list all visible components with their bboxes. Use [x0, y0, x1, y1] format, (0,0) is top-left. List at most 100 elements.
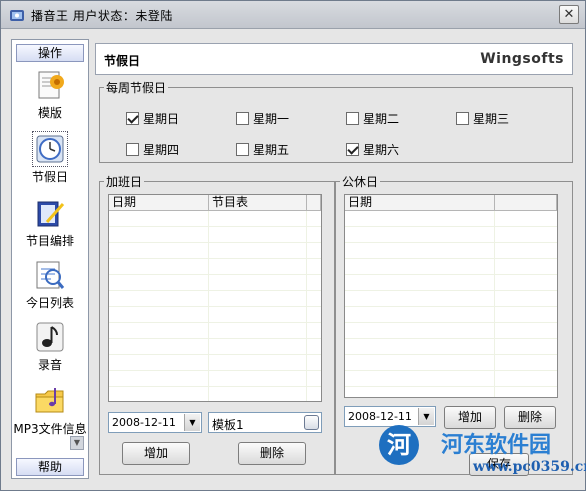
table-row[interactable]: [345, 211, 557, 227]
table-row[interactable]: [109, 275, 321, 291]
page-header: 节假日 Wingsofts: [95, 43, 573, 75]
sidebar-item-label: 模版: [37, 106, 62, 120]
table-header: 日期: [345, 195, 557, 211]
table-row[interactable]: [109, 387, 321, 401]
checkbox-friday[interactable]: 星期五: [236, 141, 289, 158]
watermark: 河 河东软件园 www.pc0359.cn: [379, 419, 586, 485]
table-row[interactable]: [109, 339, 321, 355]
checkbox-label: 星期四: [143, 143, 180, 157]
checkbox-box[interactable]: [126, 143, 139, 156]
checkbox-wednesday[interactable]: 星期三: [456, 110, 509, 127]
sidebar-item-label: MP3文件信息: [13, 422, 87, 436]
overtime-template-field[interactable]: 模板1: [208, 412, 322, 433]
table-row[interactable]: [109, 355, 321, 371]
checkbox-box[interactable]: [346, 112, 359, 125]
table-header: 日期 节目表: [109, 195, 321, 211]
checkbox-tuesday[interactable]: 星期二: [346, 110, 399, 127]
sidebar-item-holiday[interactable]: 节假日: [12, 131, 88, 185]
checkbox-box[interactable]: [236, 143, 249, 156]
checkbox-label: 星期一: [253, 112, 290, 126]
checkbox-label: 星期六: [363, 143, 400, 157]
overtime-date-picker[interactable]: 2008-12-11 ▼: [108, 412, 202, 433]
sidebar-item-schedule-edit[interactable]: 节目编排: [12, 196, 88, 249]
sidebar: 操作 模版 节假日 节目编排 今日列表 录音 MP3文件信息 ▼ 帮助: [11, 39, 89, 479]
overtime-template-value: 模板1: [212, 418, 244, 432]
overtime-table[interactable]: 日期 节目表: [108, 194, 322, 402]
watermark-url: www.pc0359.cn: [473, 459, 586, 475]
checkbox-monday[interactable]: 星期一: [236, 110, 289, 127]
today-list-icon: [36, 261, 65, 289]
app-icon: [10, 10, 24, 21]
checkbox-box[interactable]: [126, 112, 139, 125]
column-header-spacer: [307, 195, 321, 210]
watermark-title: 河东软件园: [441, 432, 552, 458]
chevron-down-icon[interactable]: ▼: [184, 414, 200, 431]
table-row[interactable]: [109, 291, 321, 307]
overtime-delete-button[interactable]: 删除: [238, 442, 306, 465]
table-row[interactable]: [109, 323, 321, 339]
table-row[interactable]: [345, 307, 557, 323]
table-row[interactable]: [109, 259, 321, 275]
checkbox-label: 星期日: [143, 112, 180, 126]
sidebar-scroll-down-button[interactable]: ▼: [70, 436, 84, 450]
sidebar-item-today-list[interactable]: 今日列表: [12, 258, 88, 311]
mp3-folder-icon: [35, 388, 64, 413]
sidebar-item-label: 录音: [37, 358, 62, 372]
sidebar-item-template[interactable]: 模版: [12, 68, 88, 121]
sidebar-item-label: 节假日: [31, 170, 68, 184]
table-row[interactable]: [109, 243, 321, 259]
table-row[interactable]: [345, 275, 557, 291]
template-icon: [38, 71, 64, 99]
sidebar-item-record[interactable]: 录音: [12, 320, 88, 373]
checkbox-label: 星期三: [473, 112, 510, 126]
main-panel: 节假日 Wingsofts 每周节假日 星期日 星期一 星期二 星期三 星期四 …: [95, 39, 575, 479]
sidebar-help-header[interactable]: 帮助: [16, 458, 84, 476]
public-holiday-table[interactable]: 日期: [344, 194, 558, 398]
template-select-button[interactable]: [304, 415, 319, 430]
checkbox-box[interactable]: [456, 112, 469, 125]
overtime-legend: 加班日: [106, 175, 143, 189]
table-row[interactable]: [345, 227, 557, 243]
sidebar-item-label: 今日列表: [25, 296, 74, 310]
table-row[interactable]: [345, 259, 557, 275]
table-row[interactable]: [109, 211, 321, 227]
table-row[interactable]: [345, 355, 557, 371]
close-button[interactable]: ✕: [559, 5, 579, 24]
table-row[interactable]: [345, 371, 557, 387]
checkbox-box[interactable]: [236, 112, 249, 125]
sidebar-item-label: 节目编排: [25, 234, 74, 248]
table-row[interactable]: [345, 323, 557, 339]
window-title: 播音王 用户状态：未登陆: [31, 9, 173, 23]
checkbox-sunday[interactable]: 星期日: [126, 110, 179, 127]
sidebar-item-mp3-info[interactable]: MP3文件信息: [12, 384, 88, 437]
table-row[interactable]: [109, 227, 321, 243]
checkbox-saturday[interactable]: 星期六: [346, 141, 399, 158]
table-row[interactable]: [345, 339, 557, 355]
column-header-date[interactable]: 日期: [345, 195, 495, 210]
overtime-group: 加班日 日期 节目表 2008-12-11 ▼ 模板1 增加 删除: [99, 173, 335, 475]
table-row[interactable]: [345, 291, 557, 307]
checkbox-label: 星期二: [363, 112, 400, 126]
record-icon: [36, 322, 64, 352]
table-row[interactable]: [345, 243, 557, 259]
app-window: 播音王 用户状态：未登陆 ✕ 操作 模版 节假日 节目编排 今日列表 录音 MP…: [0, 0, 586, 491]
table-row[interactable]: [109, 371, 321, 387]
overtime-add-button[interactable]: 增加: [122, 442, 190, 465]
column-header-spacer: [495, 195, 557, 210]
checkbox-label: 星期五: [253, 143, 290, 157]
sidebar-operations-header[interactable]: 操作: [16, 44, 84, 62]
schedule-edit-icon: [37, 201, 65, 227]
column-header-program[interactable]: 节目表: [209, 195, 307, 210]
table-row[interactable]: [345, 387, 557, 397]
title-bar: 播音王 用户状态：未登陆 ✕: [1, 1, 585, 29]
watermark-logo-icon: 河: [379, 425, 419, 465]
table-row[interactable]: [109, 307, 321, 323]
close-icon: ✕: [563, 7, 575, 22]
checkbox-thursday[interactable]: 星期四: [126, 141, 179, 158]
overtime-date-value: 2008-12-11: [112, 416, 176, 429]
checkbox-box[interactable]: [346, 143, 359, 156]
brand-name: Wingsofts: [480, 51, 564, 67]
page-title: 节假日: [104, 54, 141, 68]
holiday-icon: [32, 131, 68, 167]
column-header-date[interactable]: 日期: [109, 195, 209, 210]
